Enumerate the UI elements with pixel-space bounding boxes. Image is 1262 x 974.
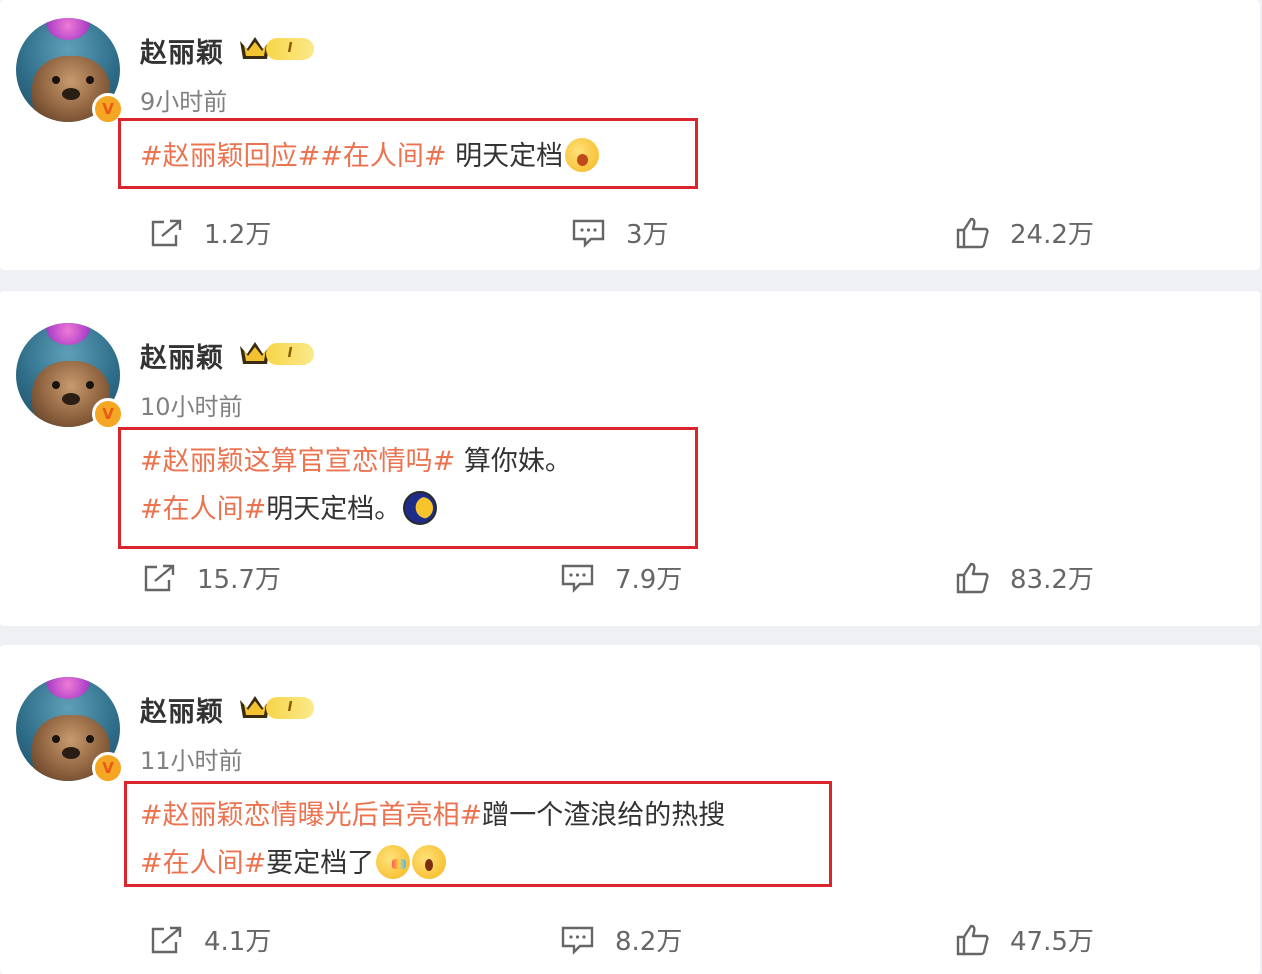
author-name[interactable]: 赵丽颖 bbox=[140, 690, 224, 729]
post-text-line: #在人间#明天定档。 bbox=[140, 487, 438, 528]
member-crown-badge[interactable]: I bbox=[238, 338, 318, 368]
share-count: 4.1万 bbox=[204, 927, 272, 957]
comment-icon bbox=[561, 564, 594, 593]
weibo-post: V 赵丽颖 I 9小时前 #赵丽颖回应##在人间# 明天定档 1.2万 3万 2… bbox=[0, 0, 1260, 270]
thumbs-up-icon bbox=[956, 924, 989, 955]
like-button[interactable]: 47.5万 bbox=[956, 921, 1094, 958]
share-button[interactable]: 15.7万 bbox=[143, 559, 281, 596]
post-text-line: #在人间#要定档了 bbox=[140, 841, 447, 882]
author-name[interactable]: 赵丽颖 bbox=[140, 31, 224, 70]
post-time[interactable]: 10小时前 bbox=[140, 387, 243, 422]
share-button[interactable]: 1.2万 bbox=[150, 214, 271, 251]
comment-button[interactable]: 7.9万 bbox=[561, 559, 682, 596]
sob-emoji-icon bbox=[565, 137, 600, 172]
post-text-line: #赵丽颖这算官宣恋情吗# 算你妹。 bbox=[140, 439, 572, 478]
share-icon bbox=[151, 926, 182, 953]
like-count: 47.5万 bbox=[1010, 927, 1094, 957]
like-button[interactable]: 24.2万 bbox=[956, 214, 1094, 251]
member-crown-badge[interactable]: I bbox=[238, 692, 318, 722]
post-text-line: #赵丽颖回应##在人间# 明天定档 bbox=[140, 134, 600, 175]
weibo-post: V 赵丽颖 I 11小时前 #赵丽颖恋情曝光后首亮相#蹭一个渣浪给的热搜 #在人… bbox=[0, 645, 1260, 974]
tongue-emoji-icon bbox=[376, 844, 411, 879]
hashtag-link[interactable]: #在人间# bbox=[140, 848, 266, 879]
share-count: 15.7万 bbox=[197, 565, 281, 595]
comment-icon bbox=[572, 219, 605, 248]
level-badge: I bbox=[266, 697, 314, 719]
post-text: 明天定档 bbox=[446, 141, 564, 172]
comment-count: 7.9万 bbox=[615, 565, 683, 595]
like-button[interactable]: 83.2万 bbox=[956, 559, 1094, 596]
post-time[interactable]: 9小时前 bbox=[140, 82, 227, 117]
member-crown-badge[interactable]: I bbox=[238, 33, 318, 63]
scream-emoji-icon bbox=[412, 844, 447, 879]
comment-icon bbox=[561, 926, 594, 955]
comment-button[interactable]: 3万 bbox=[572, 214, 669, 251]
post-text-line: #赵丽颖恋情曝光后首亮相#蹭一个渣浪给的热搜 bbox=[140, 793, 725, 832]
share-count: 1.2万 bbox=[204, 220, 272, 250]
share-button[interactable]: 4.1万 bbox=[150, 921, 271, 958]
thumbs-up-icon bbox=[956, 217, 989, 248]
hashtag-link[interactable]: #赵丽颖回应##在人间# bbox=[140, 141, 447, 172]
verified-icon: V bbox=[92, 398, 124, 430]
level-badge: I bbox=[266, 343, 314, 365]
post-text: 明天定档。 bbox=[266, 494, 402, 525]
like-count: 83.2万 bbox=[1010, 565, 1094, 595]
post-text: 要定档了 bbox=[266, 848, 375, 879]
share-icon bbox=[151, 219, 182, 246]
thumbs-up-icon bbox=[956, 562, 989, 593]
comment-count: 3万 bbox=[626, 220, 669, 250]
author-name[interactable]: 赵丽颖 bbox=[140, 336, 224, 375]
moon-emoji-icon bbox=[403, 490, 438, 525]
hashtag-link[interactable]: #在人间# bbox=[140, 494, 266, 525]
post-text: 蹭一个渣浪给的热搜 bbox=[482, 800, 726, 831]
hashtag-link[interactable]: #赵丽颖恋情曝光后首亮相# bbox=[140, 800, 482, 831]
weibo-post: V 赵丽颖 I 10小时前 #赵丽颖这算官宣恋情吗# 算你妹。 #在人间#明天定… bbox=[0, 291, 1260, 626]
comment-count: 8.2万 bbox=[615, 927, 683, 957]
post-text: 算你妹。 bbox=[455, 446, 572, 477]
level-badge: I bbox=[266, 38, 314, 60]
like-count: 24.2万 bbox=[1010, 220, 1094, 250]
hashtag-link[interactable]: #赵丽颖这算官宣恋情吗# bbox=[140, 446, 455, 477]
comment-button[interactable]: 8.2万 bbox=[561, 921, 682, 958]
share-icon bbox=[144, 564, 175, 591]
post-time[interactable]: 11小时前 bbox=[140, 741, 243, 776]
verified-icon: V bbox=[92, 752, 124, 784]
